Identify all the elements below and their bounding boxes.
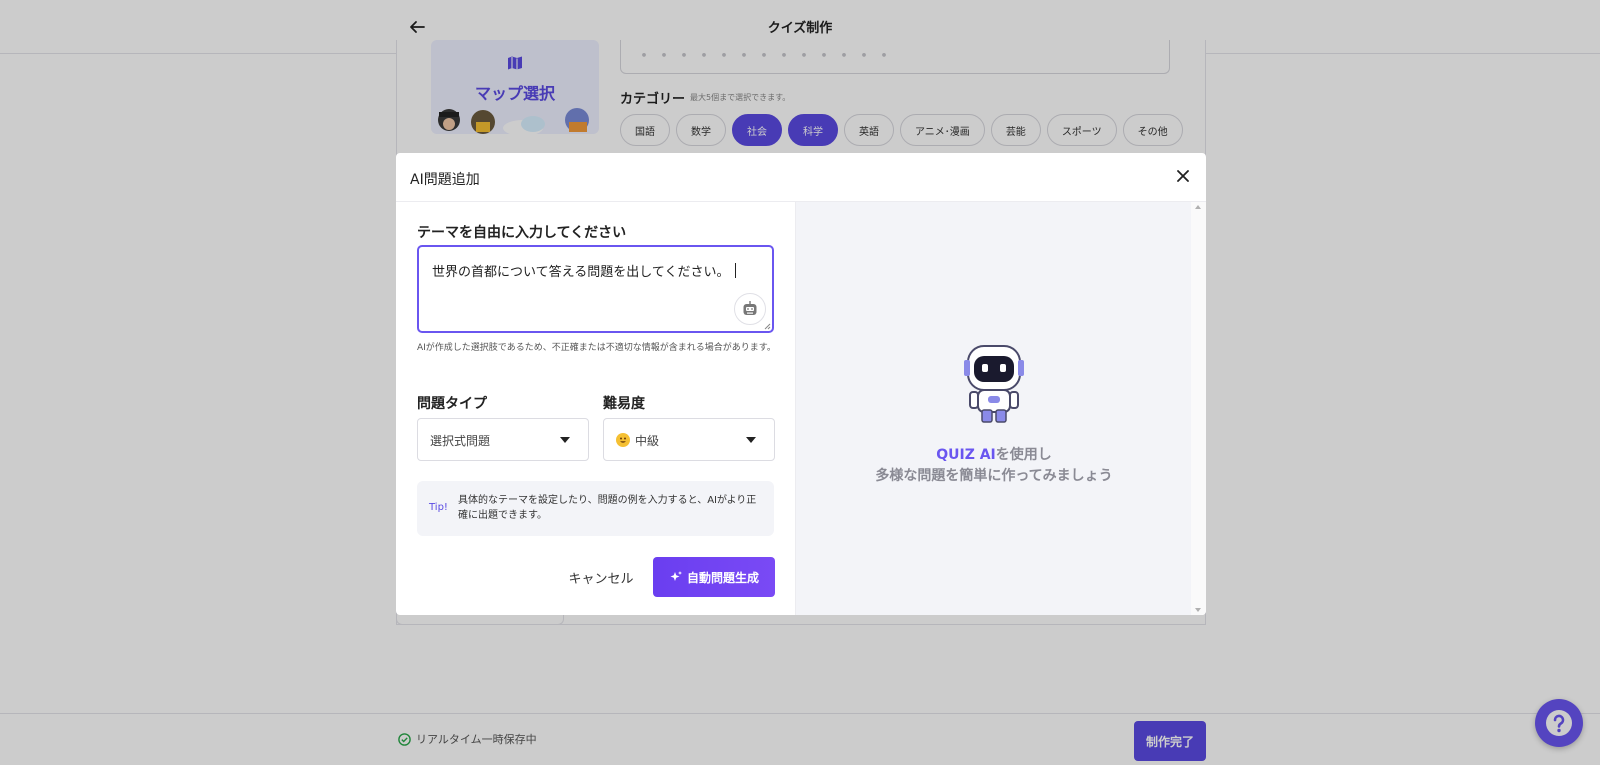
promo-line-1: QUIZ AIを使用し: [796, 445, 1192, 466]
caret-down-icon: [746, 437, 756, 443]
theme-text-wrapper: 世界の首都について答える問題を出してください。: [432, 261, 737, 280]
cancel-button[interactable]: キャンセル: [546, 557, 656, 597]
generate-button-label: 自動問題生成: [686, 570, 759, 585]
ai-assist-button[interactable]: [734, 293, 766, 325]
tip-label: Tip!: [429, 502, 448, 513]
difficulty-label: 難易度: [603, 396, 645, 412]
promo-line-1-rest: を使用し: [995, 447, 1052, 463]
caret-down-icon: [560, 437, 570, 443]
theme-text: 世界の首都について答える問題を出してください。: [432, 265, 730, 280]
close-button[interactable]: [1173, 166, 1193, 186]
tip-text: 具体的なテーマを設定したり、問題の例を入力すると、AIがより正確に出題できます。: [458, 495, 757, 521]
scroll-up-icon[interactable]: [1195, 205, 1201, 209]
promo-brand: QUIZ AI: [936, 447, 996, 463]
sparkle-icon: [670, 571, 682, 581]
modal-scrollbar[interactable]: [1191, 202, 1206, 615]
question-type-select[interactable]: 選択式問題: [417, 418, 589, 461]
difficulty-select[interactable]: 中級: [603, 418, 775, 461]
theme-label: テーマを自由に入力してください: [417, 225, 627, 241]
resize-handle-icon[interactable]: [763, 322, 771, 330]
ai-disclaimer: AIが作成した選択肢であるため、不正確または不適切な情報が含まれる場合があります…: [417, 343, 776, 353]
ai-promo-text: QUIZ AIを使用し 多様な問題を簡単に作ってみましょう: [796, 445, 1192, 487]
ai-question-modal: AI問題追加 テーマを自由に入力してください 世界の首都について答える問題を出し…: [396, 153, 1206, 615]
ai-promo-panel: QUIZ AIを使用し 多様な問題を簡単に作ってみましょう: [795, 202, 1191, 615]
difficulty-value-wrapper: 中級: [616, 432, 659, 449]
scroll-down-icon[interactable]: [1195, 608, 1201, 612]
modal-title: AI問題追加: [410, 172, 480, 188]
modal-form: テーマを自由に入力してください 世界の首都について答える問題を出してください。 …: [396, 202, 795, 615]
question-type-label: 問題タイプ: [417, 396, 487, 412]
modal-header: AI問題追加: [396, 153, 1206, 202]
close-icon: [1177, 170, 1189, 182]
question-type-value: 選択式問題: [430, 434, 491, 448]
promo-line-2: 多様な問題を簡単に作ってみましょう: [875, 468, 1113, 484]
text-caret: [735, 263, 737, 278]
smile-emoji-icon: [616, 433, 630, 447]
tip-box: Tip! 具体的なテーマを設定したり、問題の例を入力すると、AIがより正確に出題…: [417, 481, 774, 536]
generate-button[interactable]: 自動問題生成: [653, 557, 775, 597]
difficulty-value: 中級: [635, 434, 660, 448]
robot-icon: [743, 301, 757, 315]
robot-mascot-icon: [964, 345, 1024, 423]
theme-textarea[interactable]: 世界の首都について答える問題を出してください。: [417, 245, 774, 333]
